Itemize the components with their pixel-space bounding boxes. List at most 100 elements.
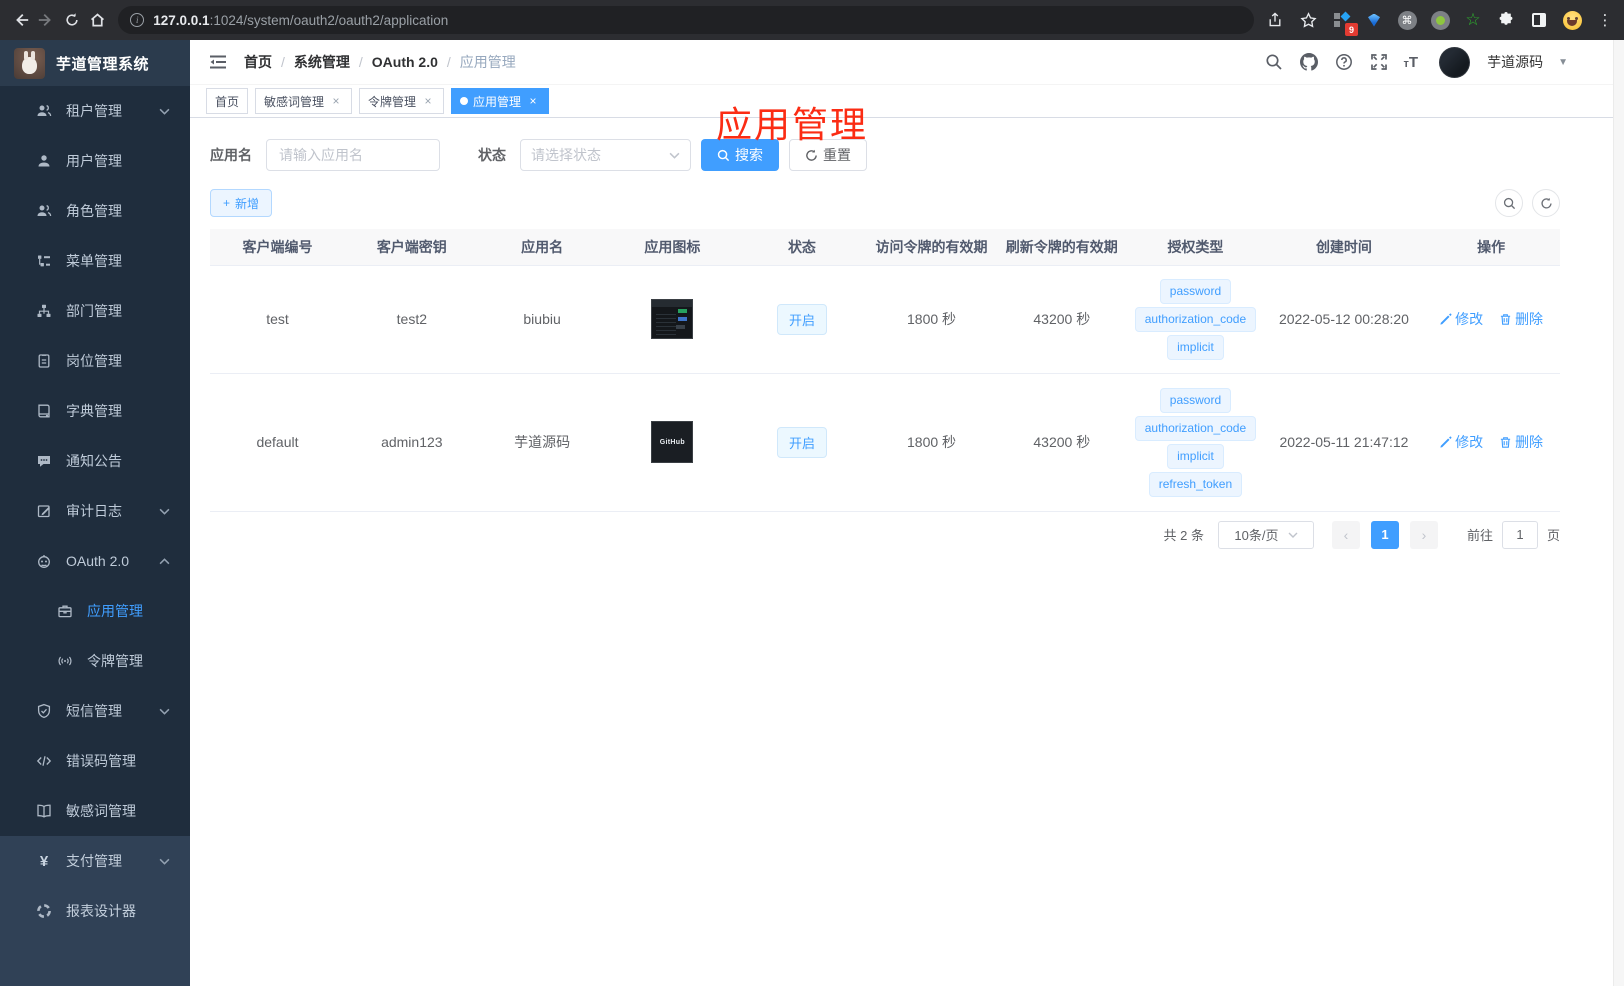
font-size-icon[interactable]: тT <box>1404 54 1419 71</box>
sidebar-item-oauth[interactable]: OAuth 2.0 <box>0 536 190 586</box>
close-icon[interactable]: × <box>526 94 540 108</box>
page-number-button[interactable]: 1 <box>1370 520 1399 549</box>
sidebar-item-pay[interactable]: ¥ 支付管理 <box>0 836 190 886</box>
top-navbar: 首页 / 系统管理 / OAuth 2.0 / 应用管理 тT 芋道源码 ▼ <box>190 40 1624 85</box>
logo-avatar <box>14 47 45 79</box>
page-size-select[interactable]: 10条/页 <box>1217 520 1314 549</box>
add-button[interactable]: + 新增 <box>210 189 273 217</box>
sidebar-item-audit-log[interactable]: 审计日志 <box>0 486 190 536</box>
reset-button[interactable]: 重置 <box>789 139 867 171</box>
sidebar-item-sms[interactable]: 短信管理 <box>0 686 190 736</box>
yen-icon: ¥ <box>39 852 49 870</box>
extension-star-icon[interactable]: ☆ <box>1462 9 1484 31</box>
extension-command-icon[interactable]: ⌘ <box>1396 9 1418 31</box>
tags-view: 首页 敏感词管理 × 令牌管理 × 应用管理 × <box>190 85 1624 118</box>
close-icon[interactable]: × <box>421 94 435 108</box>
logo[interactable]: 芋道管理系统 <box>0 40 190 86</box>
extension-record-icon[interactable] <box>1429 9 1451 31</box>
sidebar-item-sensitive-word[interactable]: 敏感词管理 <box>0 786 190 836</box>
col-refresh-ttl: 刷新令牌的有效期 <box>998 229 1126 266</box>
sidebar: 芋道管理系统 租户管理 用户管理 角色管理 菜单管理 部门管理 岗位管理 字典管… <box>0 40 190 986</box>
tab-sensitive-word[interactable]: 敏感词管理 × <box>255 88 353 114</box>
main-content: 应用管理 首页 / 系统管理 / OAuth 2.0 / 应用管理 т T 芋道… <box>190 40 1624 986</box>
chevron-down-icon <box>1288 532 1297 538</box>
sidebar-item-user[interactable]: 用户管理 <box>0 136 190 186</box>
col-app-icon: 应用图标 <box>605 229 740 266</box>
refresh-icon <box>1540 197 1552 208</box>
share-icon[interactable] <box>1264 9 1286 31</box>
grant-type-tag: authorization_code <box>1134 306 1257 332</box>
sidebar-item-oauth-application[interactable]: 应用管理 <box>0 586 190 636</box>
status-badge[interactable]: 开启 <box>776 426 827 458</box>
toggle-search-button[interactable] <box>1495 189 1523 217</box>
next-page-button[interactable]: › <box>1409 520 1438 549</box>
browser-home-button[interactable] <box>85 5 111 35</box>
delete-button[interactable]: 删除 <box>1499 309 1543 329</box>
github-app-icon: GitHub <box>651 421 694 463</box>
bookmark-star-icon[interactable] <box>1297 9 1319 31</box>
sidebar-item-report-designer[interactable]: 报表设计器 <box>0 886 190 936</box>
browser-menu-icon[interactable]: ⋮ <box>1594 9 1616 31</box>
emoji-extension-icon[interactable] <box>1561 9 1583 31</box>
sidebar-item-dept[interactable]: 部门管理 <box>0 286 190 336</box>
search-icon[interactable] <box>1264 52 1284 72</box>
user-avatar[interactable] <box>1439 46 1471 78</box>
extensions-puzzle-icon[interactable] <box>1495 9 1517 31</box>
col-access-ttl: 访问令牌的有效期 <box>864 229 999 266</box>
sidebar-item-post[interactable]: 岗位管理 <box>0 336 190 386</box>
help-icon[interactable] <box>1334 52 1354 72</box>
col-grant-types: 授权类型 <box>1125 229 1266 266</box>
user-caret-icon[interactable]: ▼ <box>1558 57 1568 68</box>
extension-gem-icon[interactable] <box>1363 9 1385 31</box>
chevron-down-icon <box>159 856 170 867</box>
edit-button[interactable]: 修改 <box>1439 432 1483 452</box>
fullscreen-icon[interactable] <box>1369 52 1389 72</box>
site-info-icon[interactable]: i <box>130 13 145 27</box>
sidebar-item-tenant[interactable]: 租户管理 <box>0 86 190 136</box>
status-badge[interactable]: 开启 <box>776 303 827 335</box>
sidebar-item-dict[interactable]: 字典管理 <box>0 386 190 436</box>
breadcrumb-oauth[interactable]: OAuth 2.0 <box>372 54 438 70</box>
side-panel-icon[interactable] <box>1528 9 1550 31</box>
col-client-id: 客户端编号 <box>210 229 345 266</box>
col-app-name: 应用名 <box>478 229 606 266</box>
breadcrumb-system[interactable]: 系统管理 <box>294 52 350 72</box>
shield-check-icon <box>36 703 52 719</box>
username[interactable]: 芋道源码 <box>1487 52 1543 72</box>
extension-tabs-icon[interactable]: 9 <box>1330 9 1359 36</box>
address-bar[interactable]: i 127.0.0.1:1024/system/oauth2/oauth2/ap… <box>118 6 1255 34</box>
sidebar-item-notice[interactable]: 通知公告 <box>0 436 190 486</box>
tab-home[interactable]: 首页 <box>206 88 249 114</box>
goto-label: 前往 <box>1466 528 1493 543</box>
browser-forward-button[interactable] <box>34 5 60 35</box>
browser-back-button[interactable] <box>8 5 34 35</box>
delete-button[interactable]: 删除 <box>1499 432 1543 452</box>
status-select[interactable]: 请选择状态 <box>520 139 691 171</box>
sidebar-item-errcode[interactable]: 错误码管理 <box>0 736 190 786</box>
prev-page-button[interactable]: ‹ <box>1331 520 1360 549</box>
app-name-input[interactable] <box>266 139 440 171</box>
sidebar-item-oauth-token[interactable]: 令牌管理 <box>0 636 190 686</box>
breadcrumb-home[interactable]: 首页 <box>244 52 272 72</box>
table-row: default admin123 芋道源码 GitHub 开启 1800 秒 4… <box>210 373 1560 512</box>
grant-type-tag: implicit <box>1167 334 1224 360</box>
table-header-row: 客户端编号 客户端密钥 应用名 应用图标 状态 访问令牌的有效期 刷新令牌的有效… <box>210 229 1560 266</box>
active-dot <box>460 97 469 105</box>
search-button[interactable]: 搜索 <box>701 139 779 171</box>
refresh-table-button[interactable] <box>1532 189 1560 217</box>
col-created: 创建时间 <box>1265 229 1423 266</box>
sidebar-item-menu[interactable]: 菜单管理 <box>0 236 190 286</box>
tab-application[interactable]: 应用管理 × <box>451 88 550 114</box>
close-icon[interactable]: × <box>329 94 343 108</box>
sidebar-bottom-section: ¥ 支付管理 报表设计器 <box>0 836 190 986</box>
edit-button[interactable]: 修改 <box>1439 309 1483 329</box>
broadcast-icon <box>57 653 73 669</box>
tab-token[interactable]: 令牌管理 × <box>359 88 445 114</box>
search-icon <box>717 149 730 161</box>
sidebar-fold-icon[interactable] <box>208 52 228 72</box>
github-icon[interactable] <box>1299 52 1319 72</box>
refresh-icon <box>806 149 817 161</box>
goto-page-input[interactable] <box>1501 520 1538 549</box>
browser-reload-button[interactable] <box>59 5 85 35</box>
sidebar-item-role[interactable]: 角色管理 <box>0 186 190 236</box>
